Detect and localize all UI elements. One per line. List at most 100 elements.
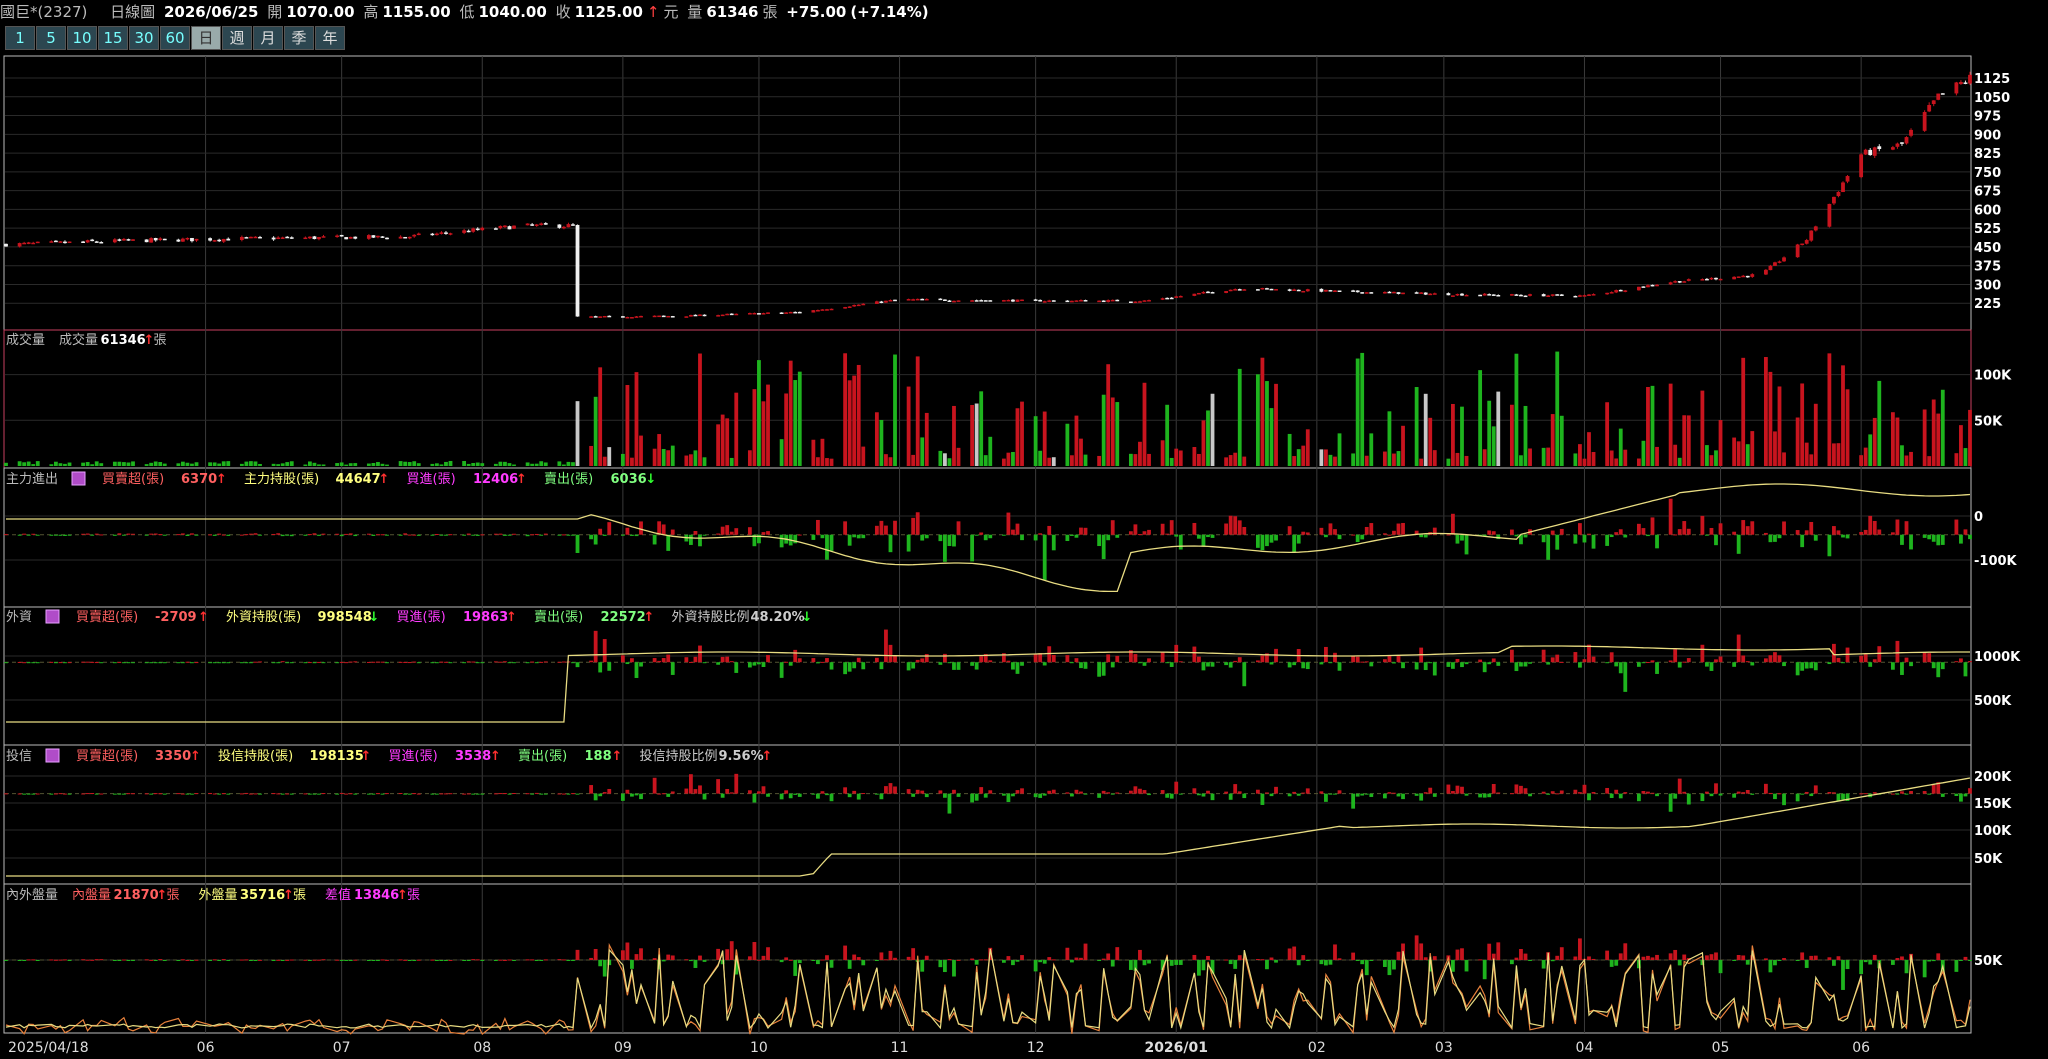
price-tick-label: 525	[1974, 222, 2001, 237]
flow-bar	[1169, 520, 1174, 535]
volume-bar	[1274, 383, 1278, 466]
flow-bar	[915, 659, 920, 663]
flow-bar	[1968, 661, 1972, 663]
flow-bar	[1587, 793, 1591, 801]
flow-bar	[1319, 527, 1324, 535]
flow-bar	[757, 662, 761, 665]
candle-body	[1641, 286, 1646, 288]
flow-bar	[1396, 793, 1401, 797]
flow-bar	[1646, 661, 1650, 663]
flow-bar	[1115, 534, 1120, 538]
volume-bar	[652, 448, 657, 466]
volume-bar	[797, 371, 802, 466]
flow-bar	[1936, 662, 1941, 678]
flow-bar	[1210, 662, 1215, 667]
flow-bar	[1192, 646, 1197, 663]
volume-bar	[1192, 447, 1197, 466]
volume-bar	[1868, 434, 1873, 466]
flow-bar	[1147, 529, 1151, 535]
io-bar	[85, 959, 90, 961]
flow-bar	[938, 662, 943, 665]
legend-value: 6370	[181, 472, 217, 487]
io-bar	[1360, 960, 1365, 965]
io-bar	[58, 959, 63, 961]
candle-body	[480, 227, 485, 231]
io-bar	[893, 957, 897, 960]
volume-bar	[462, 460, 467, 466]
flow-bar	[1954, 661, 1959, 663]
candle-body	[1741, 275, 1746, 278]
io-bar	[239, 959, 244, 961]
flow-bar	[575, 662, 580, 668]
flow-bar	[1623, 662, 1628, 692]
volume-bar	[843, 353, 848, 466]
flow-bar	[407, 793, 412, 795]
flow-bar	[1401, 522, 1405, 535]
flow-bar	[1305, 788, 1310, 794]
io-bar	[35, 960, 40, 961]
volume-bar	[1165, 404, 1170, 466]
io-bar	[153, 960, 158, 961]
volume-bar	[475, 462, 480, 466]
flow-bar	[952, 789, 956, 794]
flow-bar	[1559, 790, 1564, 794]
io-bar	[312, 959, 317, 961]
flow-bar	[244, 534, 249, 536]
volume-bar	[1079, 438, 1083, 466]
flow-bar	[1859, 793, 1864, 795]
io-bar	[725, 949, 730, 960]
flow-bar	[852, 790, 857, 794]
volume-bar	[757, 360, 761, 466]
month-tick-label: 02	[1308, 1040, 1326, 1056]
flow-bar	[566, 793, 571, 795]
candle-body	[693, 314, 698, 317]
flow-bar	[1106, 534, 1111, 541]
volume-bar	[607, 447, 612, 466]
flow-bar	[90, 792, 95, 794]
flow-bar	[439, 534, 444, 536]
flow-bar	[752, 662, 757, 666]
io-bar	[1841, 960, 1845, 990]
flow-bar	[1618, 662, 1623, 674]
candle-body	[1101, 300, 1106, 303]
flow-bar	[289, 662, 294, 664]
volume-bar	[1324, 449, 1328, 466]
candle-body	[385, 237, 389, 240]
flow-bar	[1382, 659, 1387, 663]
volume-bar	[144, 464, 149, 466]
volume-bar	[1428, 417, 1433, 466]
candle-body	[1169, 297, 1174, 300]
volume-bar	[1750, 431, 1755, 466]
candle-body	[498, 225, 503, 229]
volume-bar	[85, 462, 90, 466]
flow-bar	[1546, 662, 1551, 665]
flow-bar	[1809, 521, 1814, 535]
candle-body	[1414, 292, 1419, 294]
flow-bar	[1387, 792, 1392, 794]
io-bar	[49, 959, 54, 961]
volume-bar	[1432, 450, 1437, 466]
legend-value: 22572	[601, 610, 646, 625]
volume-bar	[1922, 409, 1927, 466]
volume-bar	[1768, 371, 1773, 466]
candle-body	[416, 233, 421, 236]
volume-bar	[1509, 404, 1514, 466]
flow-bar	[1736, 534, 1741, 554]
flow-bar	[1773, 534, 1777, 542]
io-bar	[1319, 960, 1324, 965]
flow-bar	[1922, 534, 1927, 538]
flow-bar	[874, 793, 879, 795]
volume-tick-label: 50K	[1974, 414, 2003, 429]
candle-body	[1206, 291, 1210, 294]
flow-bar	[1142, 662, 1147, 666]
flow-bar	[1959, 534, 1963, 544]
flow-bar	[1682, 521, 1687, 535]
candle-body	[983, 300, 988, 302]
flow-bar	[180, 793, 185, 795]
price-tick-label: 300	[1974, 278, 2001, 293]
flow-bar	[475, 793, 480, 795]
flow-bar	[625, 662, 630, 665]
volume-bar	[1128, 453, 1133, 466]
flow-bar	[988, 534, 993, 539]
io-bar	[788, 959, 793, 961]
